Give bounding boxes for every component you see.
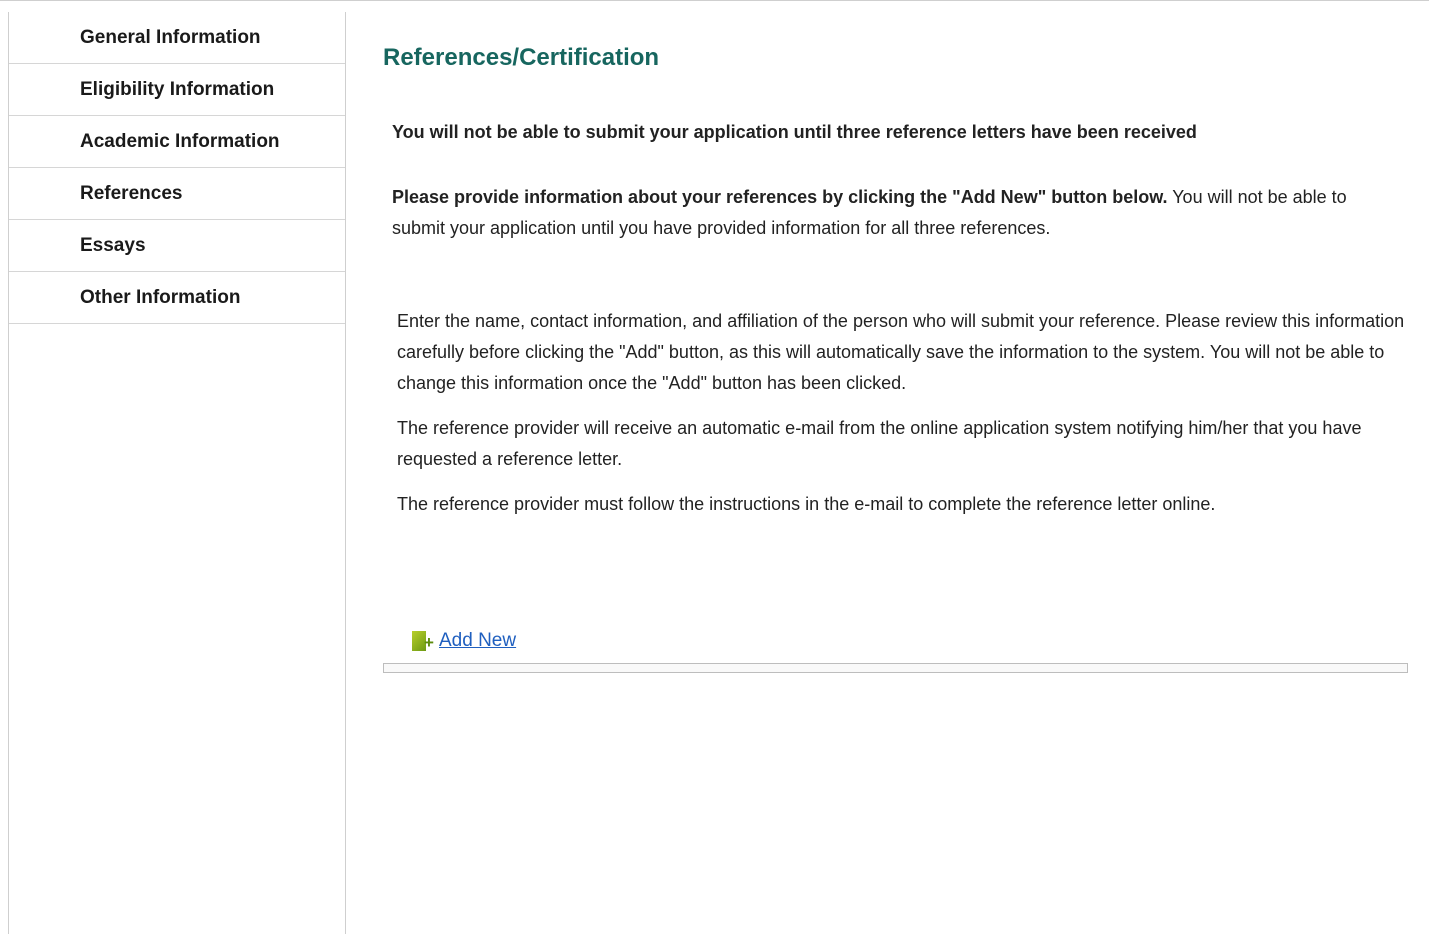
reference-instructions: Enter the name, contact information, and…: [397, 306, 1412, 534]
sidebar-item-eligibility-information[interactable]: Eligibility Information: [9, 64, 345, 116]
instruction-paragraph: The reference provider must follow the i…: [397, 494, 1216, 514]
sidebar-item-label: Academic Information: [80, 130, 280, 152]
add-new-toolbar: + Add New: [412, 630, 516, 652]
page: General Information Eligibility Informat…: [0, 0, 1429, 934]
sidebar-item-label: Eligibility Information: [80, 78, 275, 100]
page-title: References/Certification: [383, 44, 660, 71]
add-document-icon[interactable]: +: [412, 630, 439, 652]
sidebar-item-other-information[interactable]: Other Information: [9, 272, 345, 324]
provide-references-emphasis: Please provide information about your re…: [392, 187, 1168, 207]
reference-notice: You will not be able to submit your appl…: [392, 122, 1197, 142]
sidebar-item-essays[interactable]: Essays: [9, 220, 345, 272]
instruction-paragraph: Enter the name, contact information, and…: [397, 311, 1405, 393]
provide-references-text: Please provide information about your re…: [392, 182, 1397, 244]
sidebar-item-general-information[interactable]: General Information: [9, 12, 345, 64]
references-grid: [383, 663, 1408, 673]
sidebar-item-references[interactable]: References: [9, 168, 345, 220]
plus-icon: +: [424, 633, 434, 652]
sidebar-item-academic-information[interactable]: Academic Information: [9, 116, 345, 168]
sidebar-item-label: General Information: [80, 26, 261, 48]
sidebar: General Information Eligibility Informat…: [8, 12, 346, 934]
sidebar-item-label: Essays: [80, 234, 146, 256]
sidebar-item-label: Other Information: [80, 286, 241, 308]
instruction-paragraph: The reference provider will receive an a…: [397, 418, 1362, 469]
sidebar-nav: General Information Eligibility Informat…: [9, 12, 345, 324]
add-new-button[interactable]: Add New: [439, 630, 516, 652]
sidebar-item-label: References: [80, 182, 183, 204]
